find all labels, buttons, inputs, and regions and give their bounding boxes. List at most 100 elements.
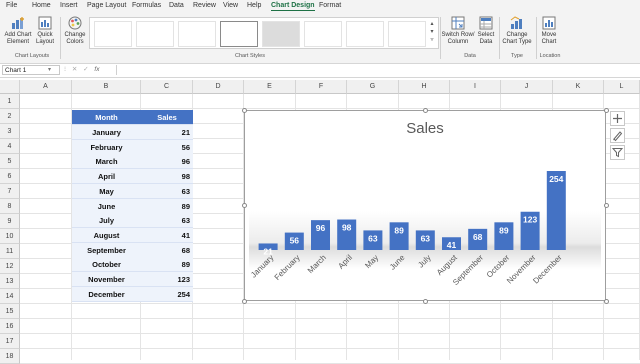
chart-style-7[interactable] [346, 21, 384, 47]
resize-handle[interactable] [423, 299, 428, 304]
select-all-corner[interactable] [0, 80, 20, 94]
row-header[interactable]: 5 [0, 154, 20, 169]
table-cell-sales[interactable]: 56 [141, 139, 193, 155]
table-cell-sales[interactable]: 41 [141, 227, 193, 243]
resize-handle[interactable] [423, 108, 428, 113]
table-cell-month[interactable]: April [72, 169, 141, 185]
column-header[interactable]: L [604, 80, 640, 94]
row-header[interactable]: 4 [0, 139, 20, 154]
insert-function-icon[interactable]: fx [94, 66, 99, 73]
tab-data[interactable]: Data [169, 2, 184, 9]
cancel-icon[interactable]: ✕ [72, 66, 77, 73]
tab-view[interactable]: View [223, 2, 238, 9]
switch-row-column-button[interactable]: Switch Row/ Column [441, 16, 475, 46]
resize-handle[interactable] [604, 203, 609, 208]
tab-chart-design[interactable]: Chart Design [271, 2, 315, 11]
chart-data-label[interactable]: 63 [368, 233, 378, 243]
table-cell-month[interactable]: March [72, 154, 141, 170]
row-header[interactable]: 3 [0, 124, 20, 139]
row-header[interactable]: 7 [0, 184, 20, 199]
row-header[interactable]: 17 [0, 334, 20, 349]
enter-icon[interactable]: ✓ [83, 66, 88, 73]
chart-data-label[interactable]: 63 [421, 233, 431, 243]
change-colors-button[interactable]: Change Colors [62, 16, 88, 46]
chart-data-label[interactable]: 56 [290, 236, 300, 246]
chart-style-4[interactable] [220, 21, 258, 47]
table-cell-month[interactable]: June [72, 198, 141, 214]
tab-formulas[interactable]: Formulas [132, 2, 161, 9]
table-header-sales[interactable]: Sales [141, 110, 193, 125]
resize-handle[interactable] [604, 108, 609, 113]
row-header[interactable]: 16 [0, 319, 20, 334]
change-chart-type-button[interactable]: Change Chart Type [500, 16, 534, 46]
resize-handle[interactable] [242, 108, 247, 113]
table-cell-sales[interactable]: 98 [141, 169, 193, 185]
row-header[interactable]: 1 [0, 94, 20, 109]
chart-style-5[interactable] [262, 21, 300, 47]
row-header[interactable]: 9 [0, 214, 20, 229]
chart-data-label[interactable]: 96 [316, 223, 326, 233]
table-cell-month[interactable]: January [72, 125, 141, 140]
chart-style-1[interactable] [94, 21, 132, 47]
resize-handle[interactable] [604, 299, 609, 304]
row-header[interactable]: 13 [0, 274, 20, 289]
add-chart-element-button[interactable]: Add Chart Element [3, 16, 33, 46]
row-header[interactable]: 18 [0, 349, 20, 364]
column-header[interactable]: K [553, 80, 604, 94]
table-cell-sales[interactable]: 68 [141, 242, 193, 258]
table-cell-month[interactable]: October [72, 257, 141, 273]
tab-help[interactable]: Help [247, 2, 261, 9]
chart-style-6[interactable] [304, 21, 342, 47]
resize-handle[interactable] [242, 203, 247, 208]
row-header[interactable]: 11 [0, 244, 20, 259]
chart-data-label[interactable]: 123 [523, 215, 537, 225]
chart-style-3[interactable] [178, 21, 216, 47]
name-box[interactable]: Chart 1 [2, 65, 60, 75]
column-header[interactable]: H [399, 80, 450, 94]
tab-insert[interactable]: Insert [60, 2, 78, 9]
table-cell-month[interactable]: November [72, 272, 141, 287]
quick-layout-button[interactable]: Quick Layout [33, 16, 57, 46]
tab-page-layout[interactable]: Page Layout [87, 2, 126, 9]
resize-handle[interactable] [242, 299, 247, 304]
table-cell-month[interactable]: May [72, 183, 141, 199]
table-cell-sales[interactable]: 123 [141, 272, 193, 287]
name-box-dropdown-icon[interactable]: ▾ [48, 66, 51, 73]
row-header[interactable]: 15 [0, 304, 20, 319]
table-cell-sales[interactable]: 89 [141, 257, 193, 273]
chart-data-label[interactable]: 41 [447, 240, 457, 250]
table-cell-month[interactable]: July [72, 213, 141, 229]
table-cell-sales[interactable]: 254 [141, 286, 193, 302]
table-cell-sales[interactable]: 96 [141, 154, 193, 170]
chart-data-label[interactable]: 98 [342, 223, 352, 233]
tab-file[interactable]: File [6, 2, 17, 9]
table-cell-sales[interactable]: 89 [141, 198, 193, 214]
move-chart-button[interactable]: Move Chart [538, 16, 560, 46]
column-header[interactable]: G [347, 80, 399, 94]
formula-input[interactable] [116, 65, 637, 75]
select-data-button[interactable]: Select Data [475, 16, 497, 46]
row-header[interactable]: 14 [0, 289, 20, 304]
row-header[interactable]: 12 [0, 259, 20, 274]
column-header[interactable]: J [501, 80, 553, 94]
chart-data-label[interactable]: 89 [499, 225, 509, 235]
chart-data-label[interactable]: 254 [549, 174, 563, 184]
chart-filters-button[interactable] [610, 145, 625, 160]
row-header[interactable]: 8 [0, 199, 20, 214]
column-header[interactable]: I [450, 80, 501, 94]
row-header[interactable]: 10 [0, 229, 20, 244]
chart-style-8[interactable] [388, 21, 426, 47]
column-header[interactable]: A [20, 80, 72, 94]
chart-data-label[interactable]: 68 [473, 232, 483, 242]
table-cell-sales[interactable]: 63 [141, 183, 193, 199]
chart-elements-button[interactable] [610, 111, 625, 126]
tab-home[interactable]: Home [32, 2, 51, 9]
tab-review[interactable]: Review [193, 2, 216, 9]
table-header-month[interactable]: Month [72, 110, 141, 125]
column-header[interactable]: B [72, 80, 141, 94]
table-cell-sales[interactable]: 21 [141, 125, 193, 140]
chart-styles-button[interactable] [610, 128, 625, 143]
row-header[interactable]: 6 [0, 169, 20, 184]
chart-data-label[interactable]: 89 [394, 225, 404, 235]
gallery-scroll-arrows[interactable]: ▴ ▾ ▿ [428, 20, 436, 46]
